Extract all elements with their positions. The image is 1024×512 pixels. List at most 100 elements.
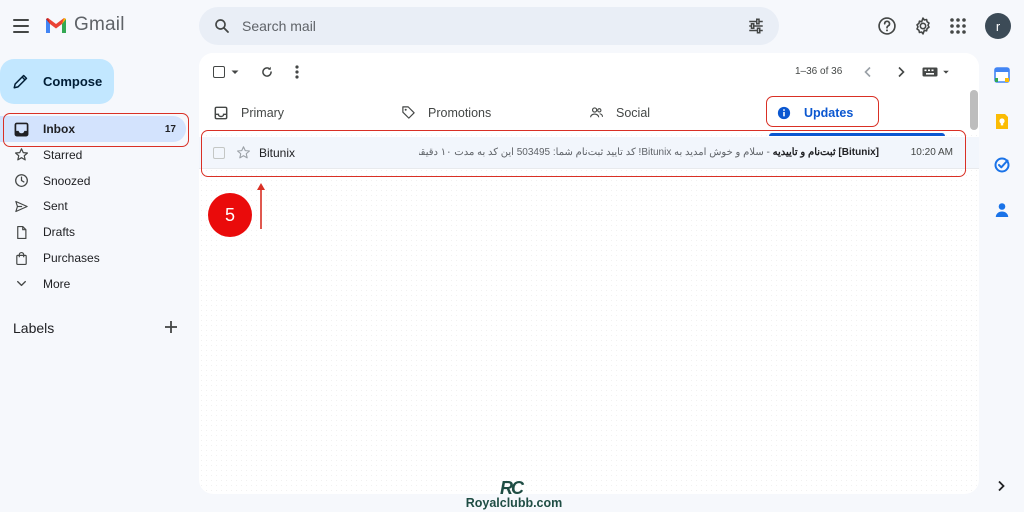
apps-button[interactable] [946,14,970,38]
caret-down-icon [943,70,949,74]
people-icon [588,105,604,121]
apps-grid-icon [950,18,966,34]
clock-icon [13,173,29,189]
tab-promotions[interactable]: Promotions [400,94,491,131]
refresh-icon [262,66,272,77]
calendar-app-button[interactable] [993,66,1011,84]
inbox-icon [213,105,229,121]
email-snippet: سلام و خوش آمدید به Bitunix! کد تأیید ثب… [419,147,764,158]
star-icon [13,147,29,163]
show-side-panel-button[interactable] [993,478,1009,494]
contacts-app-button[interactable] [993,201,1011,219]
sidebar-item-snoozed[interactable]: Snoozed [0,168,186,194]
tab-primary[interactable]: Primary [213,94,284,131]
checkbox-icon [213,66,225,78]
refresh-button[interactable] [260,64,274,80]
chevron-right-icon [898,66,905,78]
category-tabs: Primary Promotions Social Updates [199,94,979,131]
sidebar-item-label: More [43,276,71,291]
unread-count: 17 [164,123,176,135]
tab-label: Promotions [428,105,492,120]
settings-button[interactable] [911,14,935,38]
star-icon[interactable] [236,145,251,160]
sidebar-item-sent[interactable]: Sent [0,193,186,219]
account-avatar[interactable]: r [985,13,1011,39]
sidebar-item-more[interactable]: More [0,271,186,297]
keep-bulb-icon [996,113,1008,129]
chevron-left-icon [864,66,871,78]
main-menu-button[interactable] [8,14,34,38]
pagination-range: 1–36 of 36 [795,66,843,77]
help-icon [878,17,896,35]
compose-button[interactable]: Compose [0,59,114,104]
add-label-icon[interactable] [163,319,179,335]
tab-label: Social [616,105,651,120]
tab-label: Primary [241,105,285,120]
mail-panel: 1–36 of 36 Primary Promotions Social Upd… [199,53,979,494]
email-row[interactable]: Bitunix [Bitunix] ثبت‌نام و تأییدیه - سل… [199,137,979,169]
sidebar-item-label: Starred [43,147,83,162]
email-preview: [Bitunix] ثبت‌نام و تأییدیه - سلام و خوش… [419,147,879,158]
calendar-icon [994,67,1010,83]
email-sender: Bitunix [259,146,296,160]
tasks-app-button[interactable] [993,156,1011,174]
more-options-button[interactable] [295,64,299,80]
menu-icon [13,19,29,21]
sidebar-item-purchases[interactable]: Purchases [0,245,186,271]
gear-icon [916,17,930,35]
menu-icon-bar [13,25,29,27]
pencil-icon [13,74,28,89]
select-all-checkbox[interactable] [213,64,240,80]
sidebar-item-label: Drafts [43,225,76,240]
sidebar-item-label: Sent [43,199,68,214]
keep-app-button[interactable] [993,112,1011,130]
search-icon[interactable] [213,17,231,35]
tab-updates[interactable]: Updates [776,94,853,131]
send-icon [13,198,29,214]
mail-toolbar: 1–36 of 36 [199,53,979,91]
email-subject: [Bitunix] ثبت‌نام و تأییدیه [772,147,879,158]
sidebar-item-label: Snoozed [43,173,91,188]
gmail-m-icon [46,18,66,33]
app-name: Gmail [74,14,125,35]
compose-label: Compose [43,74,103,89]
chevron-right-icon [998,480,1005,492]
row-checkbox[interactable] [213,147,225,159]
search-input[interactable] [242,15,722,37]
tab-label: Updates [804,105,854,120]
tab-social[interactable]: Social [588,94,650,131]
sidebar-item-starred[interactable]: Starred [0,142,186,168]
top-bar: Gmail Search mail r [0,0,1024,52]
help-button[interactable] [875,14,899,38]
email-time: 10:20 AM [910,147,953,158]
newer-page-button[interactable] [863,64,873,80]
input-tools-button[interactable] [922,64,950,80]
chevron-down-icon [13,276,29,292]
contacts-person-icon [995,203,1009,217]
search-options-icon[interactable] [747,17,765,35]
step-number-badge: 5 [208,193,252,237]
search-bar[interactable] [199,7,779,45]
sidebar-item-inbox[interactable]: Inbox 17 [0,116,186,142]
tasks-check-icon [994,157,1010,173]
labels-heading: Labels [13,320,55,336]
sidebar-item-label: Inbox [43,122,75,136]
menu-icon-bar [13,31,29,33]
sidebar-item-drafts[interactable]: Drafts [0,219,186,245]
scrollbar-thumb[interactable] [970,90,978,130]
file-icon [13,224,29,240]
info-icon [776,105,792,121]
watermark: RC Royalclubb.com [464,478,564,512]
inbox-icon [13,121,29,137]
active-tab-indicator [769,133,945,136]
tag-icon [400,105,416,121]
more-vert-icon [295,65,299,79]
caret-down-icon[interactable] [230,67,240,77]
watermark-site: Royalclubb.com [465,496,563,510]
sidebar-item-label: Purchases [43,251,100,265]
keyboard-icon [922,67,938,77]
older-page-button[interactable] [896,64,906,80]
arrow-up-icon [257,183,265,229]
shopping-bag-icon [13,250,29,266]
gmail-logo[interactable]: Gmail [44,14,125,36]
